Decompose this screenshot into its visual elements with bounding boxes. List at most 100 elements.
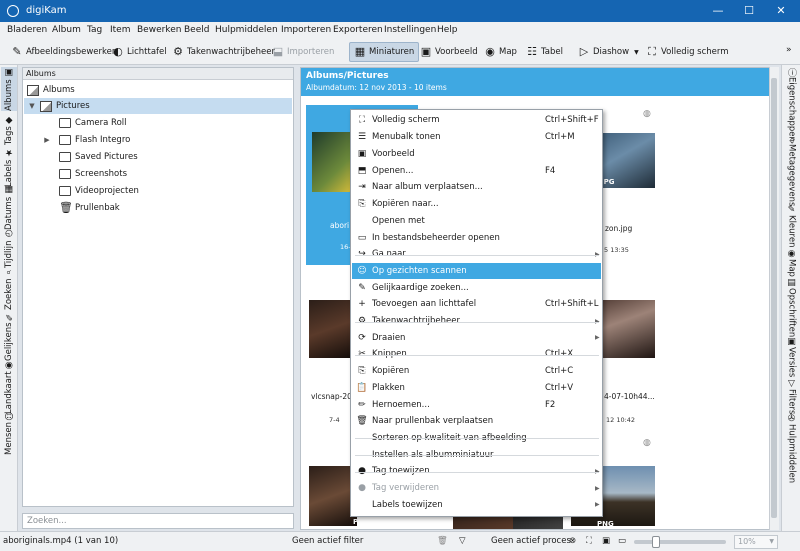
scrollbar-handle[interactable] xyxy=(771,78,777,518)
globe-icon: ◉ xyxy=(485,45,495,58)
menu-item-menubar[interactable]: ☰ Menubalk tonen Ctrl+M xyxy=(352,129,601,146)
album-tree-header: Albums xyxy=(23,68,293,80)
tab-kleuren[interactable]: ✎ Kleuren xyxy=(783,205,800,247)
submenu-arrow-icon: ▶ xyxy=(595,484,600,492)
trash-icon[interactable]: 🗑 xyxy=(437,536,448,546)
queue-manager-button[interactable]: ⚙ Takenwachtrijbeheer xyxy=(167,42,280,62)
preview-button[interactable]: ▣ Voorbeeld xyxy=(415,42,483,62)
tab-metagegevens[interactable]: ‹› Metagegevens xyxy=(783,137,800,207)
find-similar-icon: ✎ xyxy=(358,282,366,293)
tree-item-albums[interactable]: Albums xyxy=(27,82,291,98)
menu-tag[interactable]: Tag xyxy=(87,25,102,35)
tree-item-screenshots[interactable]: Screenshots xyxy=(59,166,127,182)
copy-icon: ⎘ xyxy=(358,366,366,377)
tree-item-pictures[interactable]: ▼ Pictures xyxy=(24,98,292,114)
menu-item-assign-labels[interactable]: Labels toewijzen ▶ xyxy=(352,496,601,513)
light-table-button[interactable]: ◐ Lichttafel xyxy=(107,42,172,62)
zoom-level-select[interactable]: 10% ▼ xyxy=(734,535,778,549)
menu-item-add-to-light-table[interactable]: + Toevoegen aan lichttafel Ctrl+Shift+L xyxy=(352,296,601,313)
zoom-out-icon[interactable]: ▣ xyxy=(602,536,610,546)
tab-opschriften[interactable]: ▤ Opschriften xyxy=(783,278,800,337)
menu-item-open[interactable]: ⬒ Openen... F4 xyxy=(352,162,601,179)
menu-instellingen[interactable]: Instellingen xyxy=(384,25,436,35)
menu-item-rotate[interactable]: ⟳ Draaien ▶ xyxy=(352,329,601,346)
menu-item-label: Openen met xyxy=(372,215,425,226)
menu-album[interactable]: Album xyxy=(52,25,81,35)
tab-map[interactable]: ◉ Map xyxy=(783,247,800,277)
submenu-arrow-icon: ▶ xyxy=(595,501,600,509)
menu-item-move-to-trash[interactable]: 🗑 Naar prullenbak verplaatsen xyxy=(352,413,601,430)
menu-item[interactable]: Item xyxy=(110,25,131,35)
filter-icon[interactable]: ▽ xyxy=(459,536,466,546)
tab-tags[interactable]: Tags ◆ xyxy=(1,113,17,147)
minimize-button[interactable]: — xyxy=(707,3,729,19)
menu-bar: Bladeren Album Tag Item Bewerken Beeld H… xyxy=(0,22,800,39)
tab-label: Landkaart xyxy=(4,371,14,415)
tree-item-prullenbak[interactable]: 🗑 Prullenbak xyxy=(59,200,120,216)
tab-hulpmiddelen[interactable]: ✇ Hulpmiddelen xyxy=(783,414,800,483)
slideshow-button[interactable]: ▷ Diashow ▼ xyxy=(573,42,644,62)
tab-eigenschappen[interactable]: ⓘ Eigenschappen xyxy=(783,68,800,142)
globe-icon: ◉ xyxy=(786,249,797,260)
menu-hulpmiddelen[interactable]: Hulpmiddelen xyxy=(215,25,278,35)
menu-help[interactable]: Help xyxy=(437,25,458,35)
tab-datums[interactable]: Datums ▦ xyxy=(1,184,17,229)
tab-mensen[interactable]: Mensen ☺ xyxy=(1,411,17,456)
fullscreen-button[interactable]: ⛶ Volledig scherm xyxy=(641,42,734,62)
tab-versies[interactable]: ▣ Versies xyxy=(783,337,800,377)
tree-item-saved-pictures[interactable]: Saved Pictures xyxy=(59,149,138,165)
thumbnails-button[interactable]: ▦ Miniaturen xyxy=(349,42,420,62)
cancel-process-icon[interactable]: ⊗ xyxy=(569,536,576,546)
menu-item-fullscreen[interactable]: ⛶ Volledig scherm Ctrl+Shift+F xyxy=(352,112,601,129)
tree-item-flash-integro[interactable]: ▶ Flash Integro xyxy=(43,132,130,148)
menu-item-move-to-album[interactable]: ⇥ Naar album verplaatsen... xyxy=(352,179,601,196)
toolbar-overflow-icon[interactable]: » xyxy=(786,45,792,55)
menu-bewerken[interactable]: Bewerken xyxy=(137,25,181,35)
zoom-fit-icon[interactable]: ⛶ xyxy=(586,536,592,546)
chevron-right-icon[interactable]: ▶ xyxy=(43,136,51,144)
zoom-slider-handle[interactable] xyxy=(652,536,660,548)
tab-labels[interactable]: Labels ★ xyxy=(1,147,17,186)
menu-item-copy-to[interactable]: ⎘ Kopiëren naar... xyxy=(352,196,601,213)
tab-landkaart[interactable]: Landkaart ◉ xyxy=(1,360,17,415)
album-search-input[interactable]: Zoeken... xyxy=(22,513,294,529)
tab-tijdlijn[interactable]: Tijdlijn ◷ xyxy=(1,228,17,268)
menu-item-open-with[interactable]: Openen met xyxy=(352,213,601,230)
menu-separator xyxy=(355,321,599,323)
menu-exporteren[interactable]: Exporteren xyxy=(333,25,383,35)
menu-bladeren[interactable]: Bladeren xyxy=(7,25,47,35)
toolbar-label: Volledig scherm xyxy=(661,47,729,57)
close-button[interactable]: ✕ xyxy=(770,3,792,19)
menu-item-rename[interactable]: ✏ Hernoemen... F2 xyxy=(352,396,601,413)
light-table-icon: ◐ xyxy=(113,45,123,58)
menu-item-paste[interactable]: 📋 Plakken Ctrl+V xyxy=(352,380,601,397)
menu-beeld[interactable]: Beeld xyxy=(184,25,209,35)
menu-item-label: Gelijkaardige zoeken... xyxy=(372,282,469,293)
zoom-in-icon[interactable]: ▭ xyxy=(618,536,626,546)
tree-item-camera-roll[interactable]: Camera Roll xyxy=(59,115,127,131)
menu-item-open-in-file-manager[interactable]: ▭ In bestandsbeheerder openen xyxy=(352,229,601,246)
menu-item-scan-faces[interactable]: ☺ Op gezichten scannen xyxy=(352,262,601,280)
open-icon: ⬒ xyxy=(357,165,367,176)
rotate-icon: ⟳ xyxy=(358,332,366,343)
tab-zoeken[interactable]: Zoeken ⌕ xyxy=(1,268,17,311)
zoom-slider[interactable] xyxy=(634,540,726,544)
map-button[interactable]: ◉ Map xyxy=(479,42,522,62)
maximize-button[interactable]: ☐ xyxy=(738,3,760,19)
table-button[interactable]: ☷ Tabel xyxy=(521,42,568,62)
menu-item-label: Draaien xyxy=(372,332,406,343)
tree-item-videoprojecten[interactable]: Videoprojecten xyxy=(59,183,139,199)
menu-importeren[interactable]: Importeren xyxy=(281,25,331,35)
status-current-item: aboriginals.mp4 (1 van 10) xyxy=(3,536,119,546)
menu-item-copy[interactable]: ⎘ Kopiëren Ctrl+C xyxy=(352,363,601,380)
tab-albums[interactable]: Albums ▣ xyxy=(1,67,17,111)
image-editor-button[interactable]: ✎ Afbeeldingsbewerker xyxy=(6,42,120,62)
menu-item-preview[interactable]: ▣ Voorbeeld xyxy=(352,146,601,163)
tab-filters[interactable]: ▽ Filters xyxy=(783,377,800,415)
menu-item-find-similar[interactable]: ✎ Gelijkaardige zoeken... xyxy=(352,279,601,296)
import-button[interactable]: ⬓Importeren▼ xyxy=(267,42,361,62)
tab-gelijkens[interactable]: Gelijkens ✎ xyxy=(1,311,17,362)
album-icon: ▣ xyxy=(4,67,14,78)
context-menu: ⛶ Volledig scherm Ctrl+Shift+F ☰ Menubalk to… xyxy=(350,109,603,517)
thumbnail-date: 7-4 xyxy=(329,416,340,424)
